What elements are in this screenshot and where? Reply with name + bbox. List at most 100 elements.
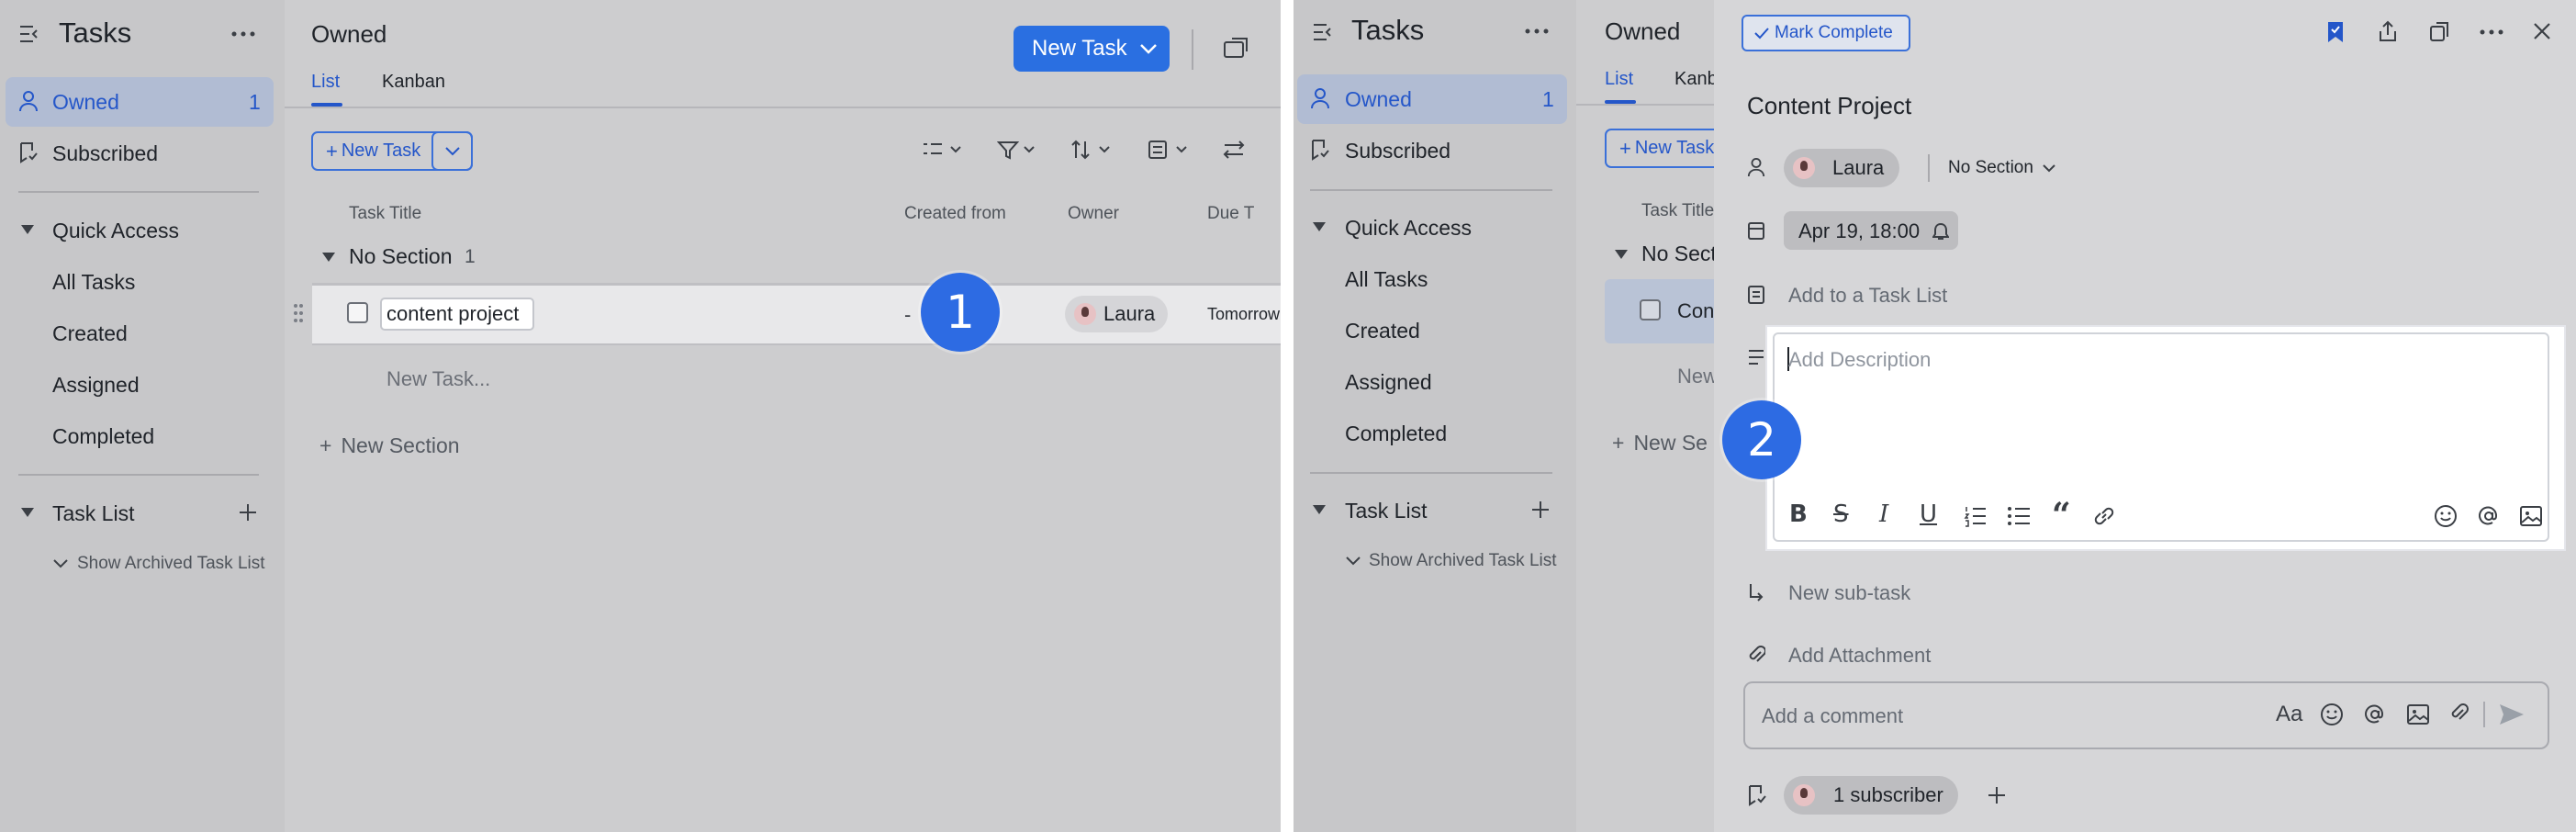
plus-icon: + xyxy=(319,433,332,457)
add-to-task-list[interactable]: Add to a Task List xyxy=(1788,284,1947,308)
drag-handle-icon[interactable] xyxy=(294,303,303,323)
sidebar-item-created[interactable]: Created xyxy=(1345,319,1420,343)
column-header-created-from[interactable]: Created from xyxy=(904,204,1006,224)
bullet-list-icon[interactable] xyxy=(2007,505,2031,527)
plus-icon[interactable] xyxy=(1530,500,1551,520)
show-archived-link[interactable]: Show Archived Task List xyxy=(77,554,265,574)
task-list-header[interactable]: Task List xyxy=(1345,499,1427,523)
sidebar-item-all-tasks[interactable]: All Tasks xyxy=(1345,267,1428,292)
caret-down-icon[interactable] xyxy=(1312,221,1327,232)
show-archived-link[interactable]: Show Archived Task List xyxy=(1369,551,1557,571)
bold-icon[interactable]: B xyxy=(1789,500,1808,528)
text-format-icon[interactable]: Aa xyxy=(2276,702,2302,727)
quick-access-header[interactable]: Quick Access xyxy=(1345,216,1472,241)
tab-kanban[interactable]: Kanb xyxy=(1674,69,1718,90)
emoji-icon[interactable] xyxy=(2320,703,2344,726)
more-icon[interactable] xyxy=(2480,29,2503,35)
sidebar-item-owned-label: Owned xyxy=(1345,87,1412,111)
image-icon[interactable] xyxy=(2519,504,2543,528)
more-icon[interactable] xyxy=(231,31,255,37)
italic-icon[interactable]: I xyxy=(1879,500,1888,528)
right-screenshot-panel: Tasks Owned 1 Subscribed Quick Access Al… xyxy=(1294,0,2576,832)
caret-down-icon[interactable] xyxy=(1614,249,1629,260)
more-icon[interactable] xyxy=(1525,28,1549,34)
chevron-down-icon xyxy=(1346,557,1361,566)
mark-complete-button[interactable]: Mark Complete xyxy=(1742,15,1910,51)
task-checkbox[interactable] xyxy=(1640,299,1661,320)
quick-access-header[interactable]: Quick Access xyxy=(52,219,179,243)
copy-icon[interactable] xyxy=(2429,20,2451,42)
column-header-task-title[interactable]: Task Title xyxy=(349,204,421,224)
sidebar: Tasks Owned 1 Subscribed Quick Access Al… xyxy=(0,0,285,832)
link-icon[interactable] xyxy=(2092,505,2116,527)
new-task-inline[interactable]: New xyxy=(1677,365,1718,388)
open-window-icon[interactable] xyxy=(1223,37,1249,59)
sidebar: Tasks Owned 1 Subscribed Quick Access Al… xyxy=(1294,0,1576,832)
sidebar-item-assigned[interactable]: Assigned xyxy=(1345,370,1432,395)
person-icon xyxy=(1310,87,1330,109)
sidebar-item-owned[interactable] xyxy=(6,77,274,127)
sidebar-item-subscribed[interactable]: Subscribed xyxy=(1345,139,1450,163)
image-icon[interactable] xyxy=(2406,703,2430,726)
created-from-value: - xyxy=(904,303,912,326)
left-screenshot-panel: Tasks Owned 1 Subscribed Quick Access Al… xyxy=(0,0,1281,832)
sidebar-item-completed[interactable]: Completed xyxy=(52,424,154,449)
add-attachment[interactable]: Add Attachment xyxy=(1788,644,1931,668)
tab-kanban[interactable]: Kanban xyxy=(382,72,445,93)
new-section-button[interactable]: + New Section xyxy=(319,433,460,458)
new-task-dropdown-button[interactable] xyxy=(431,131,473,171)
share-icon[interactable] xyxy=(2377,20,2399,42)
mention-icon[interactable] xyxy=(2363,703,2387,726)
task-list-header[interactable]: Task List xyxy=(52,501,134,526)
add-subscriber-icon[interactable] xyxy=(1987,785,2007,805)
owned-count: 1 xyxy=(1542,87,1554,111)
bookmark-check-icon[interactable] xyxy=(2326,20,2345,44)
filter-fields-icon[interactable] xyxy=(922,140,962,160)
sidebar-item-owned[interactable] xyxy=(1297,74,1567,124)
section-select[interactable]: No Section xyxy=(1948,158,2055,178)
tab-list[interactable]: List xyxy=(311,72,340,93)
subscriber-count: 1 subscriber xyxy=(1833,783,1943,806)
column-header-task-title[interactable]: Task Title xyxy=(1641,201,1714,221)
plus-icon[interactable] xyxy=(238,502,258,523)
close-icon[interactable] xyxy=(2533,22,2551,40)
caret-down-icon[interactable] xyxy=(321,252,336,263)
emoji-icon[interactable] xyxy=(2434,504,2458,528)
collapse-sidebar-icon[interactable] xyxy=(1312,22,1334,42)
small-new-task-label: New Task xyxy=(1634,138,1715,158)
sidebar-item-all-tasks[interactable]: All Tasks xyxy=(52,270,135,295)
column-header-owner[interactable]: Owner xyxy=(1068,204,1119,224)
sidebar-item-subscribed[interactable]: Subscribed xyxy=(52,141,158,166)
caret-down-icon[interactable] xyxy=(20,224,35,235)
strikethrough-icon[interactable]: S xyxy=(1833,500,1849,528)
quote-icon[interactable]: “ xyxy=(2052,496,2071,534)
task-checkbox[interactable] xyxy=(347,302,368,323)
collapse-sidebar-icon[interactable] xyxy=(18,24,40,44)
column-header-due[interactable]: Due T xyxy=(1207,204,1254,224)
ordered-list-icon[interactable] xyxy=(1964,505,1988,527)
description-placeholder: Add Description xyxy=(1788,348,1932,371)
sidebar-item-created[interactable]: Created xyxy=(52,321,128,346)
mention-icon[interactable] xyxy=(2477,504,2501,528)
group-icon[interactable] xyxy=(1148,140,1190,160)
plus-icon: + xyxy=(326,139,338,163)
new-task-button[interactable]: New Task xyxy=(1014,26,1170,72)
settings-sliders-icon[interactable] xyxy=(1223,140,1245,160)
new-section-button[interactable]: + New Se xyxy=(1612,431,1708,455)
tab-list[interactable]: List xyxy=(1605,69,1633,90)
sidebar-item-completed[interactable]: Completed xyxy=(1345,422,1447,446)
new-subtask[interactable]: New sub-task xyxy=(1788,581,1910,605)
sidebar-title: Tasks xyxy=(1351,14,1425,46)
task-list-icon xyxy=(1747,285,1765,305)
underline-icon[interactable]: U xyxy=(1920,500,1937,528)
caret-down-icon[interactable] xyxy=(20,507,35,518)
task-detail-title[interactable]: Content Project xyxy=(1747,92,1911,120)
send-icon[interactable] xyxy=(2498,702,2526,727)
paperclip-icon[interactable] xyxy=(2448,702,2469,725)
caret-down-icon[interactable] xyxy=(1312,504,1327,515)
sidebar-item-assigned[interactable]: Assigned xyxy=(52,373,140,398)
new-task-inline[interactable]: New Task... xyxy=(386,367,490,391)
filter-icon[interactable] xyxy=(997,140,1037,160)
due-value: Tomorrow xyxy=(1207,305,1281,323)
sort-icon[interactable] xyxy=(1070,140,1113,160)
